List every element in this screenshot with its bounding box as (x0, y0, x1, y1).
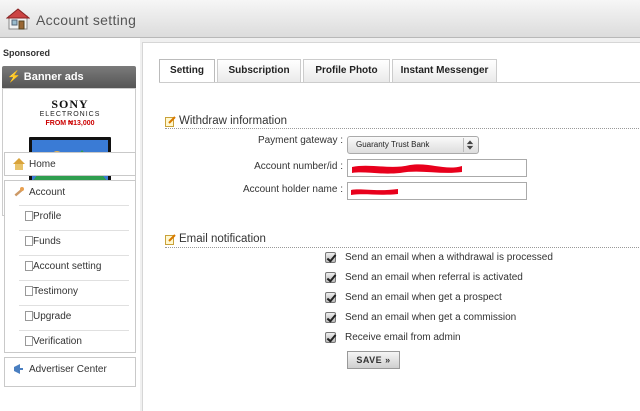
edit-icon (165, 234, 176, 245)
email-title-text: Email notification (179, 233, 266, 245)
lightning-icon: ⚡ (7, 71, 21, 83)
tab-subscription[interactable]: Subscription (217, 59, 301, 82)
withdraw-title-text: Withdraw information (179, 115, 288, 127)
nav-account-header[interactable]: Account (5, 181, 135, 205)
sidebar-item-verification[interactable]: Verification (5, 330, 135, 354)
tab-instant-messenger[interactable]: Instant Messenger (392, 59, 497, 82)
nav-account-label: Account (29, 187, 66, 198)
ad-price: FROM ₦13,000 (45, 120, 95, 127)
sidebar-item-account-setting[interactable]: Account setting (5, 255, 135, 279)
nav-advertiser-center[interactable]: Advertiser Center (4, 357, 136, 387)
page-icon (25, 286, 33, 296)
megaphone-icon (14, 364, 23, 374)
account-holder-label: Account holder name : (242, 184, 343, 195)
redaction-mark (351, 189, 398, 195)
payment-gateway-value: Guaranty Trust Bank (356, 140, 430, 149)
sponsored-label: Sponsored (3, 48, 51, 58)
page-icon (25, 311, 33, 321)
tab-profile-photo[interactable]: Profile Photo (303, 59, 390, 82)
sidebar-item-label: Funds (33, 236, 61, 247)
nav-account: Account Profile Funds Account setting Te… (4, 180, 136, 353)
sidebar-item-label: Account setting (33, 261, 102, 272)
checkbox[interactable] (325, 332, 336, 343)
payment-gateway-select[interactable]: Guaranty Trust Bank (347, 136, 479, 154)
redaction-mark (352, 164, 462, 174)
checkbox[interactable] (325, 312, 336, 323)
nav-advertiser-label: Advertiser Center (29, 364, 107, 375)
email-option-label: Send an email when get a prospect (345, 292, 502, 303)
email-option-label: Receive email from admin (345, 332, 461, 343)
account-holder-field[interactable] (347, 182, 527, 200)
checkbox[interactable] (325, 272, 336, 283)
email-option-label: Send an email when get a commission (345, 312, 517, 323)
sidebar-item-upgrade[interactable]: Upgrade (5, 305, 135, 329)
banner-ads-header: ⚡ Banner ads (2, 66, 136, 88)
payment-gateway-label: Payment gateway : (257, 135, 343, 146)
sidebar-item-label: Upgrade (33, 311, 72, 322)
page-icon (25, 261, 33, 271)
stepper-arrows-icon (463, 138, 474, 152)
email-option-label: Send an email when referral is activated (345, 272, 523, 283)
sidebar-item-funds[interactable]: Funds (5, 230, 135, 254)
ad-brand: SONY (51, 97, 89, 111)
sidebar-item-label: Profile (33, 211, 62, 222)
checkbox[interactable] (325, 252, 336, 263)
page-icon (25, 211, 33, 221)
sidebar-item-profile[interactable]: Profile (5, 205, 135, 229)
tab-setting[interactable]: Setting (159, 59, 215, 83)
window-title: Account setting (36, 12, 137, 28)
page-icon (25, 236, 33, 246)
account-number-field[interactable] (347, 159, 527, 177)
sidebar-item-label: Testimony (33, 286, 79, 297)
wrench-icon (14, 187, 24, 197)
save-button[interactable]: SAVE » (347, 351, 400, 369)
checkbox[interactable] (325, 292, 336, 303)
account-number-label: Account number/id : (254, 161, 343, 172)
page-icon (25, 336, 33, 346)
house-icon (6, 8, 30, 30)
ad-brand-sub: ELECTRONICS (39, 111, 101, 118)
title-bar: Account setting (0, 0, 640, 38)
nav-home[interactable]: Home (4, 152, 136, 176)
banner-ads-label: Banner ads (23, 71, 84, 83)
home-icon (13, 158, 25, 170)
email-option-label: Send an email when a withdrawal is proce… (345, 252, 553, 263)
sidebar-item-label: Verification (33, 336, 82, 347)
edit-icon (165, 116, 176, 127)
main-panel: Setting Subscription Profile Photo Insta… (142, 42, 640, 411)
nav-home-label: Home (29, 159, 56, 170)
sidebar-item-testimony[interactable]: Testimony (5, 280, 135, 304)
